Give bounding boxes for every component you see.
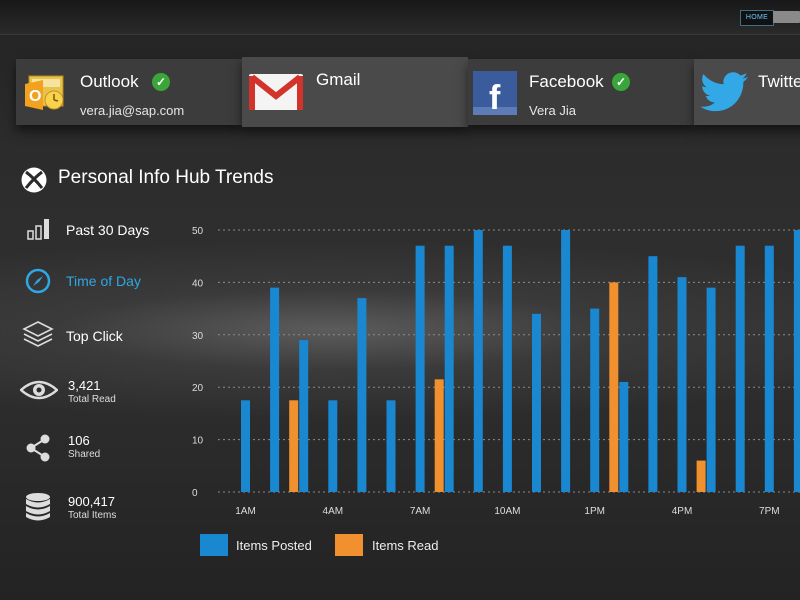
twitter-icon	[700, 72, 748, 112]
account-card-facebook[interactable]: f Facebook ✓ Vera Jia	[468, 59, 694, 125]
y-tick-label: 50	[192, 226, 204, 237]
menu-top-click[interactable]: Top Click	[20, 320, 190, 352]
x-tick-label: 1AM	[235, 506, 256, 517]
time-of-day-chart: 0 10 20 30 40 50 1AM 4AM 7AM 10AM 1PM 4PM 7PM	[192, 226, 800, 517]
account-name: Outlook	[80, 72, 139, 91]
stat-value: 106	[68, 433, 90, 448]
x-tick-label: 7AM	[410, 506, 431, 517]
legend-label: Items Posted	[236, 538, 312, 553]
page-title: Personal Info Hub Trends	[58, 167, 274, 188]
bar-items-posted	[386, 400, 396, 492]
bar-items-posted	[473, 230, 483, 492]
y-tick-label: 40	[192, 278, 204, 289]
bar-items-posted	[677, 277, 687, 492]
menu-past-30-days[interactable]: Past 30 Days	[20, 218, 190, 244]
bar-items-posted	[415, 245, 425, 492]
stat-value: 3,421	[68, 378, 101, 393]
stat-value: 900,417	[68, 494, 115, 509]
x-tick-label: 7PM	[759, 506, 780, 517]
eye-icon	[20, 380, 58, 400]
share-icon	[26, 434, 50, 462]
connected-check-icon: ✓	[152, 73, 170, 91]
legend-label: Items Read	[372, 538, 439, 553]
svg-text:O: O	[29, 88, 41, 105]
legend-swatch-posted	[200, 534, 228, 556]
menu-label: Top Click	[66, 328, 123, 344]
bar-items-posted	[444, 245, 454, 492]
bar-items-posted	[561, 230, 571, 492]
account-card-twitter[interactable]: Twitte	[694, 59, 800, 125]
bar-items-posted	[357, 298, 367, 492]
bar-items-posted	[299, 340, 309, 492]
xbox-icon	[21, 167, 47, 193]
home-button[interactable]: HOME	[740, 10, 774, 26]
stat-caption: Total Read	[68, 394, 116, 405]
stat-caption: Shared	[68, 449, 101, 460]
bar-items-posted	[764, 245, 774, 492]
account-name: Twitte	[758, 72, 800, 91]
stat-caption: Total Items	[68, 510, 117, 521]
account-card-gmail[interactable]: Gmail	[242, 57, 468, 127]
connected-check-icon: ✓	[612, 73, 630, 91]
y-tick-label: 20	[192, 383, 204, 394]
bar-items-posted	[590, 308, 600, 492]
stat-shared: 106 Shared	[20, 433, 190, 463]
accounts-strip: O Outlook ✓ vera.jia@sap.com Gmail f Fac…	[0, 55, 800, 145]
bar-items-posted	[241, 400, 250, 492]
bar-items-read	[289, 400, 299, 492]
bar-items-posted	[793, 230, 800, 492]
x-tick-label: 1PM	[584, 506, 605, 517]
stat-total-read: 3,421 Total Read	[20, 378, 190, 408]
x-tick-label: 10AM	[494, 506, 520, 517]
menu-label: Past 30 Days	[66, 222, 150, 238]
account-card-outlook[interactable]: O Outlook ✓ vera.jia@sap.com	[16, 59, 242, 125]
legend-swatch-read	[335, 534, 363, 556]
account-detail: Vera Jia	[529, 103, 576, 118]
bar-items-posted	[270, 287, 280, 492]
x-tick-label: 4PM	[672, 506, 693, 517]
bar-chart-icon	[27, 219, 49, 240]
menu-time-of-day[interactable]: Time of Day	[20, 267, 190, 295]
y-tick-label: 30	[192, 331, 204, 342]
outlook-icon: O	[25, 75, 64, 110]
bar-items-read	[609, 282, 619, 492]
account-name: Facebook	[529, 72, 604, 91]
x-tick-label: 4AM	[323, 506, 344, 517]
bar-items-posted	[648, 256, 658, 492]
stat-total-items: 900,417 Total Items	[20, 493, 190, 524]
y-tick-label: 10	[192, 436, 204, 447]
top-bar: HOME	[0, 0, 800, 35]
bar-items-posted	[328, 400, 338, 492]
bar-items-read	[434, 379, 444, 492]
gmail-icon	[249, 74, 303, 110]
bar-items-posted	[706, 287, 716, 492]
layers-icon	[22, 321, 54, 347]
bar-items-posted	[532, 313, 541, 492]
bar-items-posted	[619, 381, 629, 492]
svg-text:f: f	[489, 79, 501, 115]
compass-icon	[25, 268, 51, 294]
facebook-icon: f	[473, 71, 517, 115]
home-toggle-track[interactable]	[773, 11, 800, 23]
account-detail: vera.jia@sap.com	[80, 103, 185, 118]
bar-items-read	[696, 460, 706, 492]
bar-items-posted	[502, 245, 512, 492]
database-icon	[26, 493, 50, 521]
account-name: Gmail	[316, 70, 361, 89]
y-tick-label: 0	[192, 488, 198, 499]
bar-items-posted	[735, 245, 745, 492]
menu-label: Time of Day	[66, 273, 141, 289]
